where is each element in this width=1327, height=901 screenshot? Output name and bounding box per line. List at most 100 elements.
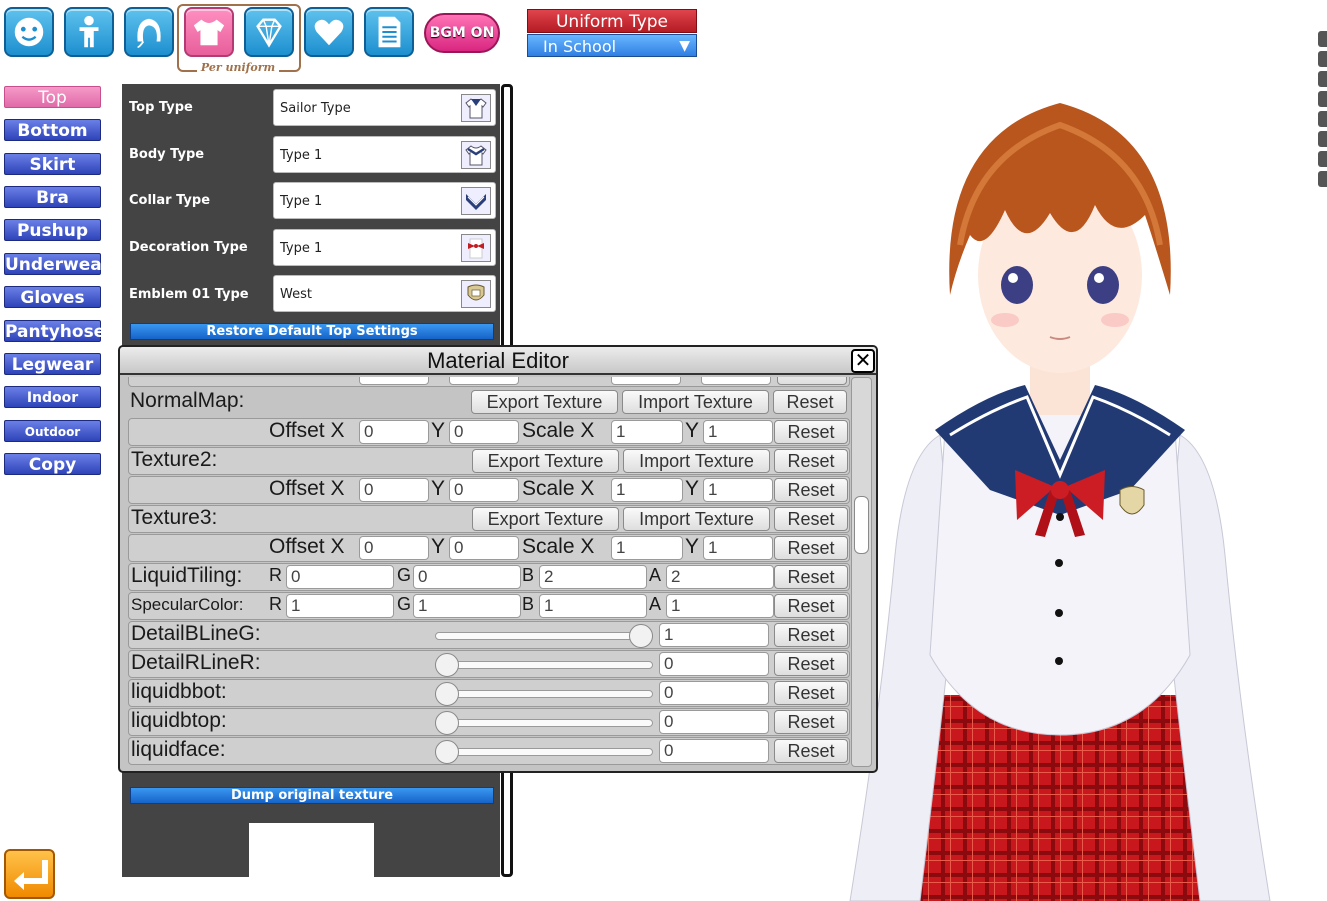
scrollbar-thumb[interactable]: [854, 496, 869, 554]
collar-type-selector[interactable]: Type 1: [273, 182, 496, 219]
emblem-type-selector[interactable]: West: [273, 275, 496, 312]
normalmap-offset-x-field[interactable]: 0: [359, 420, 429, 444]
liquidtiling-g-field[interactable]: 0: [413, 565, 521, 589]
texture2-scale-x-field[interactable]: 1: [611, 478, 683, 502]
side-handle[interactable]: [1318, 91, 1327, 107]
uniform-type-selected: In School: [543, 37, 617, 56]
clothing-tab-button[interactable]: [184, 7, 234, 57]
liquidface-slider[interactable]: [435, 748, 653, 756]
detailblineg-slider-knob[interactable]: [629, 624, 653, 648]
liquidtiling-reset-button[interactable]: Reset: [774, 565, 848, 589]
category-indoor-shoes[interactable]: Indoor Shoes: [4, 386, 101, 428]
detailblineg-slider[interactable]: [435, 632, 653, 640]
texture2-import-button[interactable]: Import Texture: [623, 449, 770, 473]
texture2-scale-y-field[interactable]: 1: [703, 478, 773, 502]
texture2-offset-x-field[interactable]: 0: [359, 478, 429, 502]
category-gloves[interactable]: Gloves: [4, 286, 101, 308]
liquidtiling-a-field[interactable]: 2: [666, 565, 774, 589]
texture2-export-button[interactable]: Export Texture: [472, 449, 619, 473]
texture3-scale-x-field[interactable]: 1: [611, 536, 683, 560]
detailrliner-value-field[interactable]: 0: [659, 652, 769, 676]
top-type-selector[interactable]: Sailor Type: [273, 89, 496, 126]
liquidbbot-slider-knob[interactable]: [435, 682, 459, 706]
detailrliner-slider-knob[interactable]: [435, 653, 459, 677]
favorite-tab-button[interactable]: [304, 7, 354, 57]
texture2-offset-reset-button[interactable]: Reset: [774, 478, 848, 502]
side-handle[interactable]: [1318, 131, 1327, 147]
decoration-type-selector[interactable]: Type 1: [273, 229, 496, 266]
detailblineg-reset-button[interactable]: Reset: [774, 623, 848, 647]
close-icon[interactable]: ✕: [851, 349, 875, 373]
body-tab-button[interactable]: [64, 7, 114, 57]
texture2-reset-button[interactable]: Reset: [774, 449, 848, 473]
back-button[interactable]: [4, 849, 55, 899]
normalmap-scale-y-field[interactable]: 1: [703, 420, 773, 444]
texture3-offset-x-field[interactable]: 0: [359, 536, 429, 560]
clipped-field[interactable]: [449, 377, 519, 385]
side-handle[interactable]: [1318, 71, 1327, 87]
clipped-button[interactable]: [777, 377, 847, 385]
material-editor-scrollbar[interactable]: [851, 377, 872, 767]
normalmap-reset-button[interactable]: Reset: [773, 390, 847, 414]
texture3-scale-y-field[interactable]: 1: [703, 536, 773, 560]
side-handle[interactable]: [1318, 51, 1327, 67]
texture3-reset-button[interactable]: Reset: [774, 507, 848, 531]
clipped-field[interactable]: [701, 377, 771, 385]
clipped-field[interactable]: [611, 377, 681, 385]
liquidbtop-slider-knob[interactable]: [435, 711, 459, 735]
liquidface-reset-button[interactable]: Reset: [774, 739, 848, 763]
normalmap-offset-reset-button[interactable]: Reset: [774, 420, 848, 444]
liquidbbot-reset-button[interactable]: Reset: [774, 681, 848, 705]
normalmap-export-button[interactable]: Export Texture: [471, 390, 618, 414]
category-bottom[interactable]: Bottom: [4, 119, 101, 141]
specularcolor-a-field[interactable]: 1: [666, 594, 774, 618]
texture3-import-button[interactable]: Import Texture: [623, 507, 770, 531]
liquidbbot-value-field[interactable]: 0: [659, 681, 769, 705]
texture3-export-button[interactable]: Export Texture: [472, 507, 619, 531]
category-copy[interactable]: Copy: [4, 453, 101, 475]
category-outdoor-shoes[interactable]: Outdoor Shoes: [4, 420, 101, 461]
side-handle[interactable]: [1318, 151, 1327, 167]
liquidface-value-field[interactable]: 0: [659, 739, 769, 763]
liquidface-slider-knob[interactable]: [435, 740, 459, 764]
bgm-toggle-button[interactable]: BGM ON: [424, 13, 500, 53]
dump-original-texture-button[interactable]: Dump original texture: [130, 787, 494, 804]
body-type-selector[interactable]: Type 1: [273, 136, 496, 173]
detailrliner-slider[interactable]: [435, 661, 653, 669]
category-legwear[interactable]: Legwear: [4, 353, 101, 375]
liquidtiling-r-field[interactable]: 0: [286, 565, 394, 589]
detailblineg-value-field[interactable]: 1: [659, 623, 769, 647]
hair-tab-button[interactable]: [124, 7, 174, 57]
specularcolor-r-field[interactable]: 1: [286, 594, 394, 618]
specularcolor-b-field[interactable]: 1: [539, 594, 647, 618]
clipped-field[interactable]: [359, 377, 429, 385]
liquidbtop-reset-button[interactable]: Reset: [774, 710, 848, 734]
texture3-offset-y-field[interactable]: 0: [449, 536, 519, 560]
document-tab-button[interactable]: [364, 7, 414, 57]
uniform-type-dropdown[interactable]: In School ▼: [527, 34, 697, 57]
side-handle[interactable]: [1318, 111, 1327, 127]
normalmap-offset-y-field[interactable]: 0: [449, 420, 519, 444]
side-handle[interactable]: [1318, 31, 1327, 47]
specularcolor-g-field[interactable]: 1: [413, 594, 521, 618]
texture3-offset-reset-button[interactable]: Reset: [774, 536, 848, 560]
category-pantyhose[interactable]: Pantyhose: [4, 320, 105, 342]
normalmap-scale-x-field[interactable]: 1: [611, 420, 683, 444]
liquidbtop-slider[interactable]: [435, 719, 653, 727]
category-top[interactable]: Top: [4, 86, 101, 108]
category-skirt-scale[interactable]: Skirt Scale: [4, 153, 101, 197]
liquidbtop-value-field[interactable]: 0: [659, 710, 769, 734]
side-handle[interactable]: [1318, 171, 1327, 187]
normalmap-import-button[interactable]: Import Texture: [622, 390, 769, 414]
category-bra[interactable]: Bra: [4, 186, 101, 208]
restore-default-top-button[interactable]: Restore Default Top Settings: [130, 323, 494, 340]
specularcolor-reset-button[interactable]: Reset: [774, 594, 848, 618]
texture2-offset-y-field[interactable]: 0: [449, 478, 519, 502]
category-pushup[interactable]: Pushup: [4, 219, 101, 241]
category-underwear[interactable]: Underwear: [4, 253, 110, 275]
face-tab-button[interactable]: [4, 7, 54, 57]
detailrliner-reset-button[interactable]: Reset: [774, 652, 848, 676]
accessory-tab-button[interactable]: [244, 7, 294, 57]
liquidtiling-b-field[interactable]: 2: [539, 565, 647, 589]
liquidbbot-slider[interactable]: [435, 690, 653, 698]
